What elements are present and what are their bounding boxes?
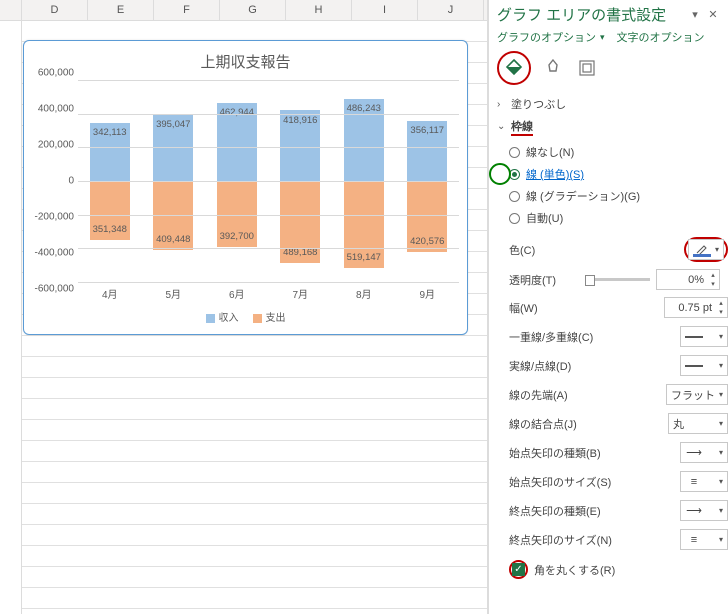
prop-dash: 実線/点線(D) ▾ — [489, 351, 728, 380]
section-border[interactable]: ⌄枠線 — [497, 115, 720, 137]
radio-line-gradient[interactable]: 線 (グラデーション)(G) — [509, 185, 722, 207]
chart-legend: 収入 支出 — [24, 309, 467, 324]
size-properties-icon[interactable] — [575, 56, 599, 80]
col-header[interactable]: J — [418, 0, 484, 20]
transparency-spinner[interactable]: 0% ▴▾ — [656, 269, 720, 290]
transparency-slider[interactable] — [585, 278, 650, 281]
compound-dropdown[interactable]: ▾ — [680, 326, 728, 347]
prop-join: 線の結合点(J) 丸▾ — [489, 409, 728, 438]
cap-dropdown[interactable]: フラット▾ — [666, 384, 728, 405]
radio-line-solid[interactable]: 線 (単色)(S) — [509, 163, 722, 185]
pane-options-icon[interactable]: ▾ — [686, 6, 704, 24]
end-arrow-size-dropdown[interactable]: ≡▾ — [680, 529, 728, 550]
close-icon[interactable]: ✕ — [704, 6, 722, 24]
x-axis-labels: 4月5月6月7月8月9月 — [78, 286, 459, 301]
col-header[interactable]: E — [88, 0, 154, 20]
section-fill[interactable]: ›塗りつぶし — [497, 93, 720, 115]
spreadsheet-area: D E F G H I J 上期収支報告 -600,000-400,000-20… — [0, 0, 488, 614]
end-arrow-type-dropdown[interactable]: ⟶▾ — [680, 500, 728, 521]
prop-begin-arrow-type: 始点矢印の種類(B) ⟶▾ — [489, 438, 728, 467]
radio-line-none[interactable]: 線なし(N) — [509, 141, 722, 163]
format-pane: グラフ エリアの書式設定 ▾ ✕ グラフのオプション▾ 文字のオプション ›塗り… — [488, 0, 728, 614]
plot-area: -600,000-400,000-200,0000200,000400,0006… — [78, 80, 459, 282]
col-header[interactable]: F — [154, 0, 220, 20]
prop-end-arrow-type: 終点矢印の種類(E) ⟶▾ — [489, 496, 728, 525]
begin-arrow-type-dropdown[interactable]: ⟶▾ — [680, 442, 728, 463]
chart-title: 上期収支報告 — [24, 41, 467, 76]
prop-transparency: 透明度(T) 0% ▴▾ — [489, 266, 728, 293]
column-headers: D E F G H I J — [0, 0, 487, 21]
col-header[interactable]: H — [286, 0, 352, 20]
pane-title: グラフ エリアの書式設定 — [497, 4, 686, 25]
prop-begin-arrow-size: 始点矢印のサイズ(S) ≡▾ — [489, 467, 728, 496]
col-header[interactable]: D — [22, 0, 88, 20]
col-header[interactable]: G — [220, 0, 286, 20]
effects-icon[interactable] — [541, 56, 565, 80]
begin-arrow-size-dropdown[interactable]: ≡▾ — [680, 471, 728, 492]
tab-chart-options[interactable]: グラフのオプション▾ — [497, 29, 605, 45]
prop-rounded-corners[interactable]: 角を丸くする(R) — [489, 554, 728, 585]
color-picker-button[interactable]: ▾ — [688, 239, 724, 260]
prop-compound: 一重線/多重線(C) ▾ — [489, 322, 728, 351]
join-dropdown[interactable]: 丸▾ — [668, 413, 728, 434]
col-header[interactable]: I — [352, 0, 418, 20]
prop-width: 幅(W) 0.75 pt ▴▾ — [489, 293, 728, 322]
fill-line-icon[interactable] — [497, 51, 531, 85]
tab-text-options[interactable]: 文字のオプション — [617, 29, 705, 45]
prop-end-arrow-size: 終点矢印のサイズ(N) ≡▾ — [489, 525, 728, 554]
dash-dropdown[interactable]: ▾ — [680, 355, 728, 376]
width-spinner[interactable]: 0.75 pt ▴▾ — [664, 297, 728, 318]
prop-color: 色(C) ▾ — [489, 233, 728, 266]
prop-cap: 線の先端(A) フラット▾ — [489, 380, 728, 409]
rounded-corners-checkbox[interactable] — [512, 563, 525, 576]
radio-line-auto[interactable]: 自動(U) — [509, 207, 722, 229]
embedded-chart[interactable]: 上期収支報告 -600,000-400,000-200,0000200,0004… — [23, 40, 468, 335]
